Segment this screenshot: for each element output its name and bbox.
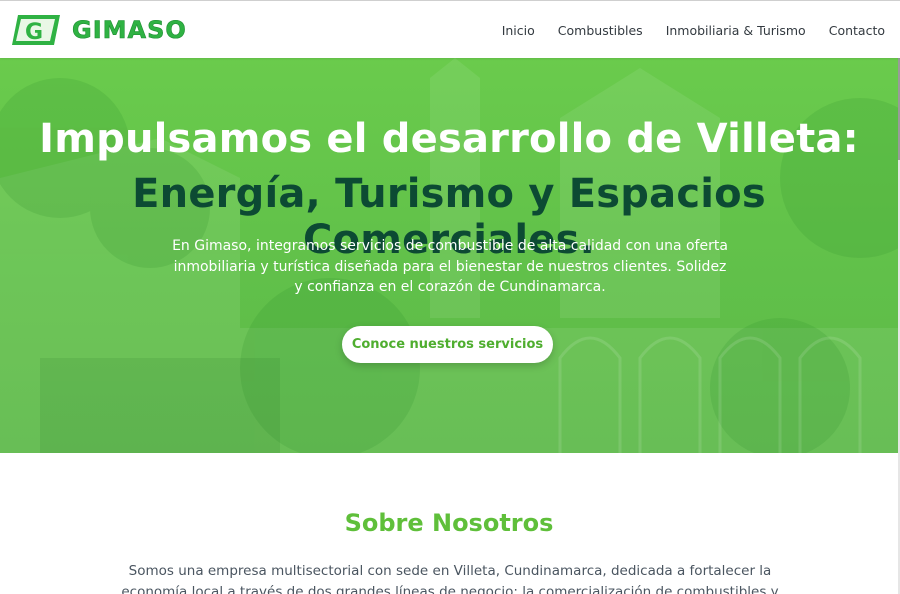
- site-header: G GIMASO Inicio Combustibles Inmobiliari…: [0, 0, 900, 58]
- brand-name: GIMASO: [72, 16, 187, 45]
- about-title: Sobre Nosotros: [344, 509, 554, 537]
- gimaso-logo-icon: G: [12, 15, 60, 45]
- hero-section: Impulsamos el desarrollo de Villeta: Ene…: [0, 58, 898, 453]
- about-text: Somos una empresa multisectorial con sed…: [121, 563, 779, 594]
- hero-description: En Gimaso, integramos servicios de combu…: [172, 238, 728, 295]
- nav-inmobiliaria-turismo[interactable]: Inmobiliaria & Turismo: [666, 23, 806, 38]
- services-cta-button[interactable]: Conoce nuestros servicios: [342, 326, 553, 363]
- hero-title: Impulsamos el desarrollo de Villeta:: [39, 116, 859, 162]
- nav-combustibles[interactable]: Combustibles: [558, 23, 643, 38]
- nav-inicio[interactable]: Inicio: [502, 23, 535, 38]
- svg-text:G: G: [25, 20, 43, 45]
- logo[interactable]: G GIMASO: [10, 13, 187, 47]
- nav-contacto[interactable]: Contacto: [829, 23, 885, 38]
- main-nav: Inicio Combustibles Inmobiliaria & Turis…: [502, 1, 885, 59]
